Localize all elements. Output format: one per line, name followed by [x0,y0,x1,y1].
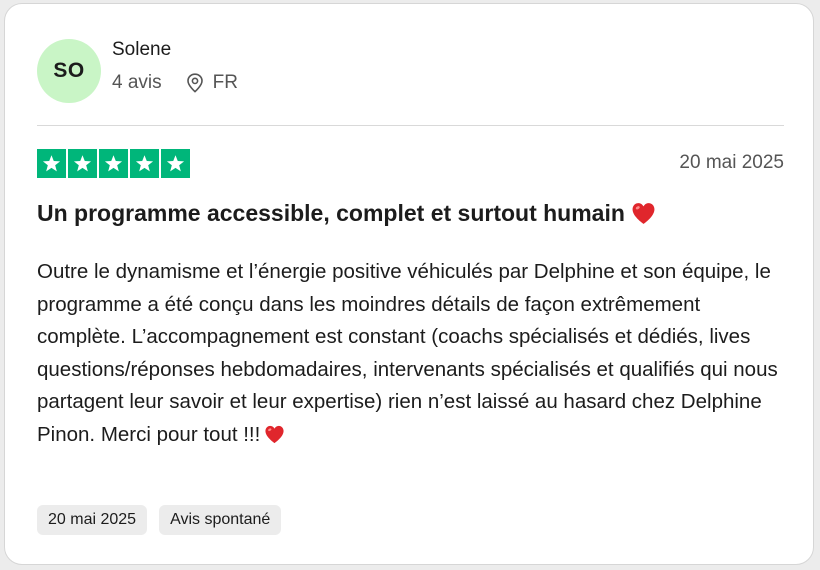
review-date: 20 mai 2025 [679,152,784,173]
tag-review-type[interactable]: Avis spontané [159,505,282,535]
star-icon [37,149,66,178]
review-count: 4 avis [112,72,162,93]
heart-icon [631,202,656,225]
review-title-text: Un programme accessible, complet et surt… [37,200,625,226]
star-icon [161,149,190,178]
reviewer-header: SO Solene 4 avis FR [37,36,777,106]
star-icon [130,149,159,178]
star-icon [99,149,128,178]
map-pin-icon [186,73,204,93]
review-body-text: Outre le dynamisme et l’énergie positive… [37,260,778,446]
review-tags: 20 mai 2025 Avis spontané [37,505,293,535]
reviewer-meta: 4 avis FR [112,72,238,94]
tag-date: 20 mai 2025 [37,505,148,535]
divider [37,125,784,126]
avatar[interactable]: SO [37,39,101,103]
star-icon [68,149,97,178]
rating-row: 20 mai 2025 [37,149,784,179]
avatar-initials: SO [53,59,85,82]
reviewer-country: FR [212,72,238,93]
heart-icon [264,422,285,455]
review-title[interactable]: Un programme accessible, complet et surt… [37,200,787,227]
reviewer-name[interactable]: Solene [112,39,171,61]
star-rating [37,149,192,178]
review-body: Outre le dynamisme et l’énergie positive… [37,256,792,454]
review-card: SO Solene 4 avis FR 20 mai 2025 Un progr… [4,3,814,565]
